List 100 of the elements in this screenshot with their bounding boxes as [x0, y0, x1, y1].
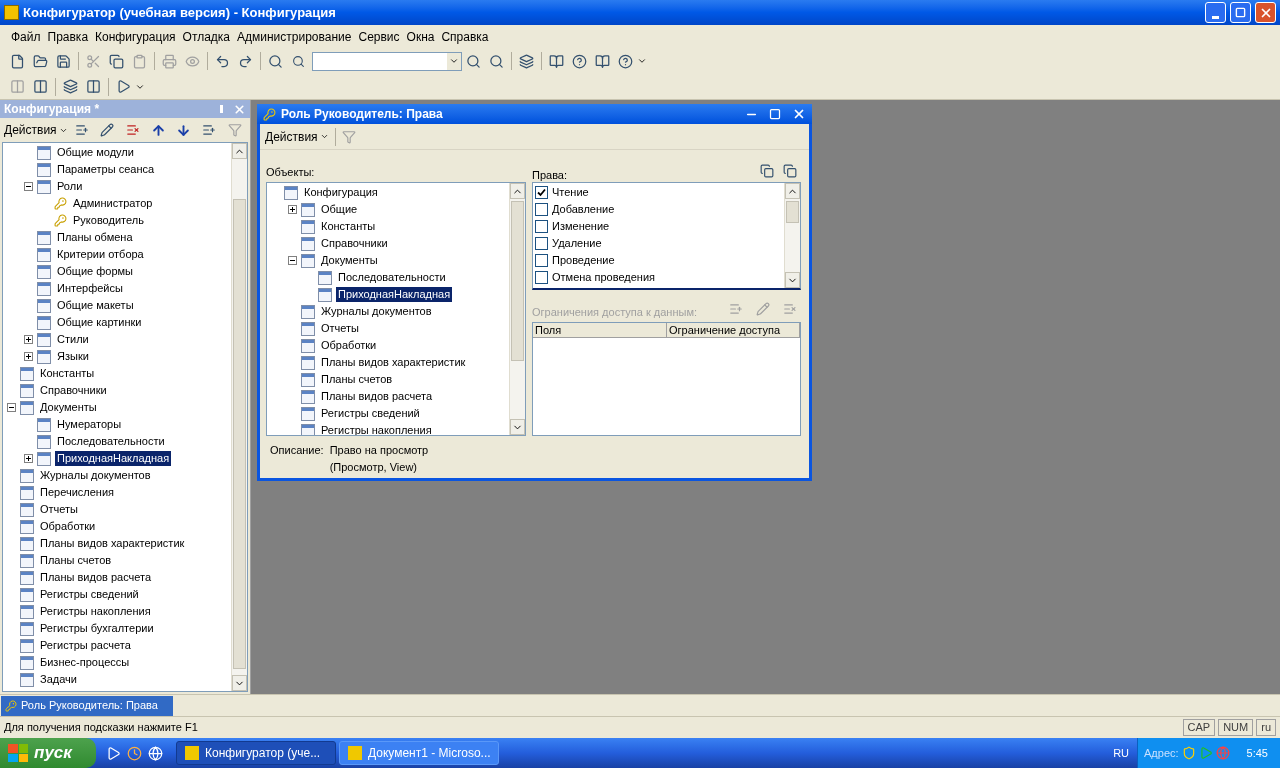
- checkbox[interactable]: [535, 186, 548, 199]
- tree-item[interactable]: Администратор: [71, 196, 155, 211]
- more-icon[interactable]: [637, 56, 647, 66]
- menu-item[interactable]: Окна: [403, 27, 438, 46]
- tree-item[interactable]: Общие картинки: [55, 315, 144, 330]
- tree-item[interactable]: Планы счетов: [38, 553, 114, 568]
- checkbox[interactable]: [535, 203, 548, 216]
- document-icon: [301, 372, 315, 387]
- start-button[interactable]: пуск: [0, 738, 96, 768]
- window-tab[interactable]: Роль Руководитель: Права: [1, 695, 173, 716]
- language-indicator[interactable]: RU: [1105, 744, 1138, 762]
- tree-item[interactable]: Справочники: [319, 236, 390, 251]
- checkbox[interactable]: [535, 254, 548, 267]
- document-icon: [37, 451, 51, 466]
- browser-icon[interactable]: [148, 745, 163, 761]
- tree-item[interactable]: Документы: [38, 400, 99, 415]
- menu-item[interactable]: Администрирование: [234, 27, 355, 46]
- scrollbar[interactable]: [784, 183, 800, 288]
- expand-icon[interactable]: [24, 352, 33, 361]
- menu-item[interactable]: Отладка: [179, 27, 234, 46]
- scrollbar[interactable]: [231, 143, 247, 691]
- maximize-button[interactable]: [1230, 2, 1251, 23]
- tree-item[interactable]: Регистры накопления: [38, 604, 153, 619]
- tree-item[interactable]: Константы: [38, 366, 97, 381]
- tree-item[interactable]: Перечисления: [38, 485, 116, 500]
- tree-item[interactable]: Последовательности: [336, 270, 448, 285]
- scroll-thumb[interactable]: [786, 201, 799, 223]
- checkbox[interactable]: [535, 237, 548, 250]
- tree-item[interactable]: Отчеты: [38, 502, 81, 517]
- tree-item[interactable]: Регистры сведений: [319, 406, 422, 421]
- maximize-icon[interactable]: [769, 108, 781, 120]
- tree-item[interactable]: Общие макеты: [55, 298, 136, 313]
- tree-item[interactable]: Регистры расчета: [38, 638, 133, 653]
- document-icon: [20, 502, 34, 517]
- checkbox[interactable]: [535, 271, 548, 284]
- tree-item[interactable]: Планы видов характеристик: [319, 355, 468, 370]
- tree-item[interactable]: Регистры сведений: [38, 587, 141, 602]
- tree-item[interactable]: Конфигурация: [302, 185, 380, 200]
- tree-item[interactable]: ПриходнаяНакладная: [336, 287, 453, 302]
- expand-icon[interactable]: [24, 454, 33, 463]
- tree-item[interactable]: Критерии отбора: [55, 247, 146, 262]
- search-combo[interactable]: [312, 51, 462, 71]
- tree-item[interactable]: Нумераторы: [55, 417, 124, 432]
- collapse-icon[interactable]: [288, 256, 297, 265]
- actions-menu[interactable]: Действия: [4, 121, 68, 139]
- tree-item[interactable]: Планы видов расчета: [319, 389, 435, 404]
- clock-icon[interactable]: [127, 745, 142, 761]
- document-icon: [20, 621, 34, 636]
- actions-menu[interactable]: Действия: [265, 127, 329, 146]
- tree-item[interactable]: Языки: [55, 349, 91, 364]
- scroll-thumb[interactable]: [233, 199, 246, 669]
- dropdown-icon[interactable]: [449, 56, 459, 66]
- expand-icon[interactable]: [288, 205, 297, 214]
- tree-item[interactable]: Общие модули: [55, 145, 136, 160]
- scroll-thumb[interactable]: [511, 201, 524, 361]
- collapse-icon[interactable]: [7, 403, 16, 412]
- status-indicator: ru: [1256, 719, 1276, 736]
- tree-item[interactable]: Общие формы: [55, 264, 135, 279]
- collapse-icon[interactable]: [24, 182, 33, 191]
- tree-item[interactable]: Журналы документов: [38, 468, 153, 483]
- tree-item[interactable]: ПриходнаяНакладная: [55, 451, 172, 466]
- tree-item[interactable]: Параметры сеанса: [55, 162, 157, 177]
- tree-item[interactable]: Задачи: [38, 672, 79, 687]
- tree-item[interactable]: Роли: [55, 179, 85, 194]
- menu-item[interactable]: Правка: [44, 27, 92, 46]
- taskbar-button[interactable]: Документ1 - Microso...: [339, 741, 499, 765]
- tree-item[interactable]: Руководитель: [71, 213, 146, 228]
- menu-item[interactable]: Конфигурация: [92, 27, 179, 46]
- tree-item[interactable]: Обработки: [319, 338, 379, 353]
- checkbox[interactable]: [535, 220, 548, 233]
- menu-item[interactable]: Файл: [8, 27, 44, 46]
- close-button[interactable]: [1255, 2, 1276, 23]
- minimize-button[interactable]: [1205, 2, 1226, 23]
- tree-item[interactable]: Константы: [319, 219, 378, 234]
- tree-item[interactable]: Планы счетов: [319, 372, 395, 387]
- media-icon[interactable]: [106, 745, 121, 761]
- key-icon: [263, 107, 276, 121]
- tree-item[interactable]: Документы: [319, 253, 380, 268]
- tree-item[interactable]: Бизнес-процессы: [38, 655, 132, 670]
- tree-item[interactable]: Обработки: [38, 519, 98, 534]
- tree-item[interactable]: Интерфейсы: [55, 281, 125, 296]
- tree-item[interactable]: Общие: [319, 202, 360, 217]
- tree-item[interactable]: Планы видов расчета: [38, 570, 154, 585]
- tree-item[interactable]: Регистры бухгалтерии: [38, 621, 156, 636]
- scrollbar[interactable]: [509, 183, 525, 435]
- tree-item[interactable]: Журналы документов: [319, 304, 434, 319]
- menu-item[interactable]: Справка: [438, 27, 492, 46]
- tree-item[interactable]: Стили: [55, 332, 91, 347]
- menu-item[interactable]: Сервис: [355, 27, 403, 46]
- taskbar-button[interactable]: Конфигуратор (уче...: [176, 741, 336, 765]
- restrictions-label: Ограничения доступа к данным:: [532, 304, 698, 320]
- tree-item[interactable]: Последовательности: [55, 434, 167, 449]
- document-icon: [284, 185, 298, 200]
- tree-item[interactable]: Планы обмена: [55, 230, 135, 245]
- document-icon: [20, 383, 34, 398]
- tree-item[interactable]: Планы видов характеристик: [38, 536, 187, 551]
- tree-item[interactable]: Справочники: [38, 383, 109, 398]
- expand-icon[interactable]: [24, 335, 33, 344]
- tree-item[interactable]: Отчеты: [319, 321, 362, 336]
- close-icon[interactable]: [792, 107, 806, 121]
